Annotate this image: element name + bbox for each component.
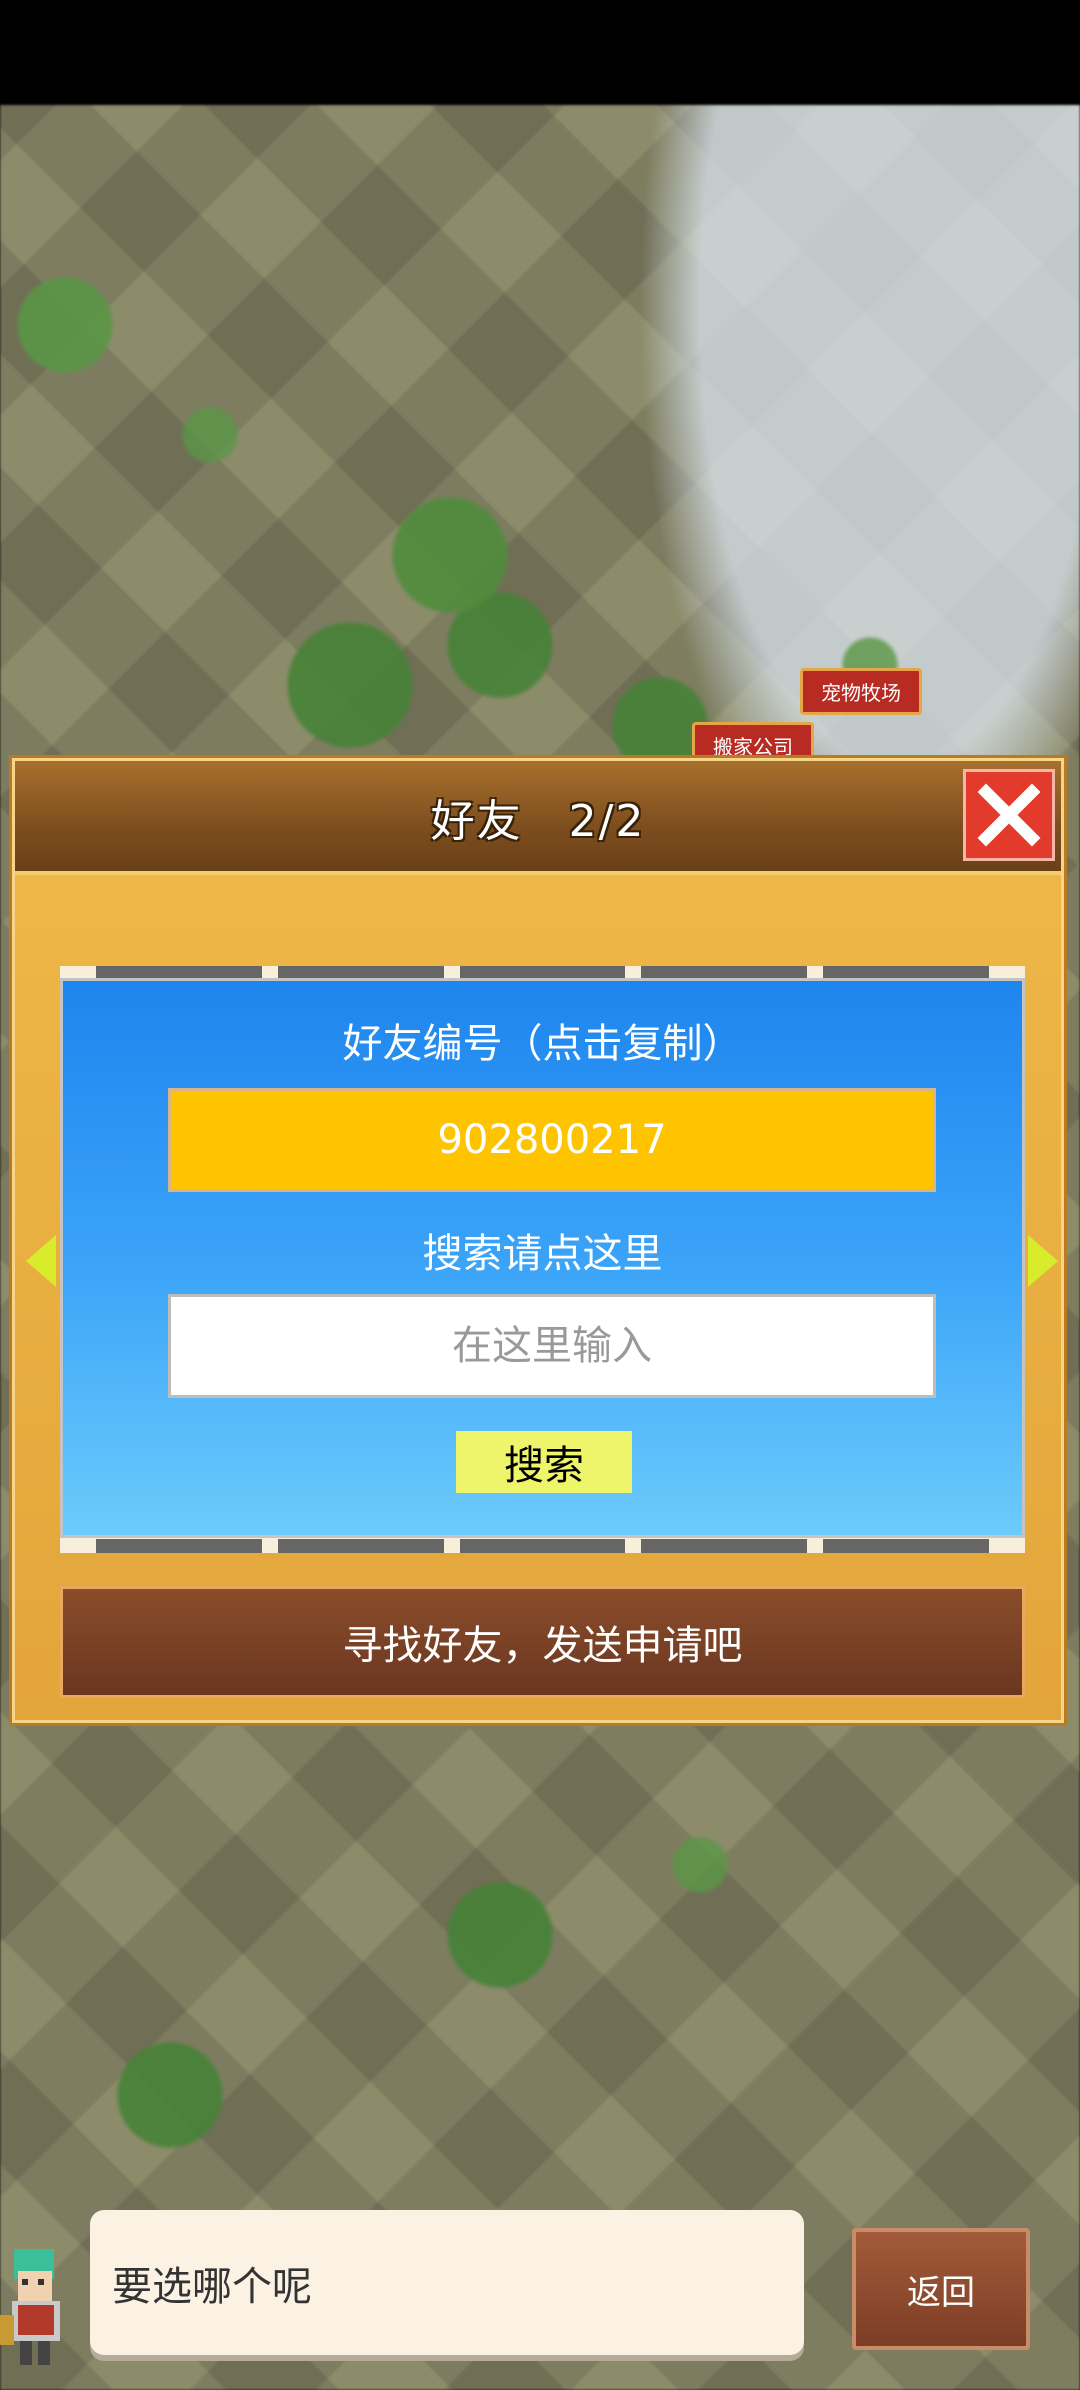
back-button[interactable]: 返回 bbox=[852, 2228, 1030, 2350]
next-page-arrow-icon[interactable] bbox=[1028, 1235, 1058, 1287]
character-avatar bbox=[0, 2205, 80, 2385]
friend-id-label: 好友编号（点击复制） bbox=[342, 1021, 743, 1067]
friend-id-copy-box[interactable]: 902800217 bbox=[168, 1088, 936, 1192]
friends-dialog: 好友 2/2 好友编号（点击复制） 902800217 搜索请点这里 搜索 寻找… bbox=[12, 758, 1064, 1723]
friend-search-area: 好友编号（点击复制） 902800217 搜索请点这里 搜索 bbox=[60, 978, 1025, 1538]
dialog-header: 好友 2/2 bbox=[15, 761, 1061, 875]
send-request-button[interactable]: 寻找好友，发送申请吧 bbox=[60, 1586, 1025, 1698]
close-icon bbox=[977, 783, 1041, 847]
search-button[interactable]: 搜索 bbox=[456, 1431, 632, 1493]
speech-bubble: 要选哪个呢 bbox=[90, 2210, 804, 2355]
dialog-title: 好友 2/2 bbox=[430, 796, 646, 847]
search-label: 搜索请点这里 bbox=[422, 1231, 663, 1277]
status-bar bbox=[0, 0, 1080, 105]
map-label-pet-ranch: 宠物牧场 bbox=[800, 668, 922, 715]
close-button[interactable] bbox=[963, 769, 1055, 861]
search-input[interactable] bbox=[168, 1294, 936, 1398]
previous-page-arrow-icon[interactable] bbox=[26, 1235, 56, 1287]
panel-divider-bottom bbox=[60, 1539, 1025, 1553]
friend-panel: 好友编号（点击复制） 902800217 搜索请点这里 搜索 bbox=[60, 966, 1025, 1553]
